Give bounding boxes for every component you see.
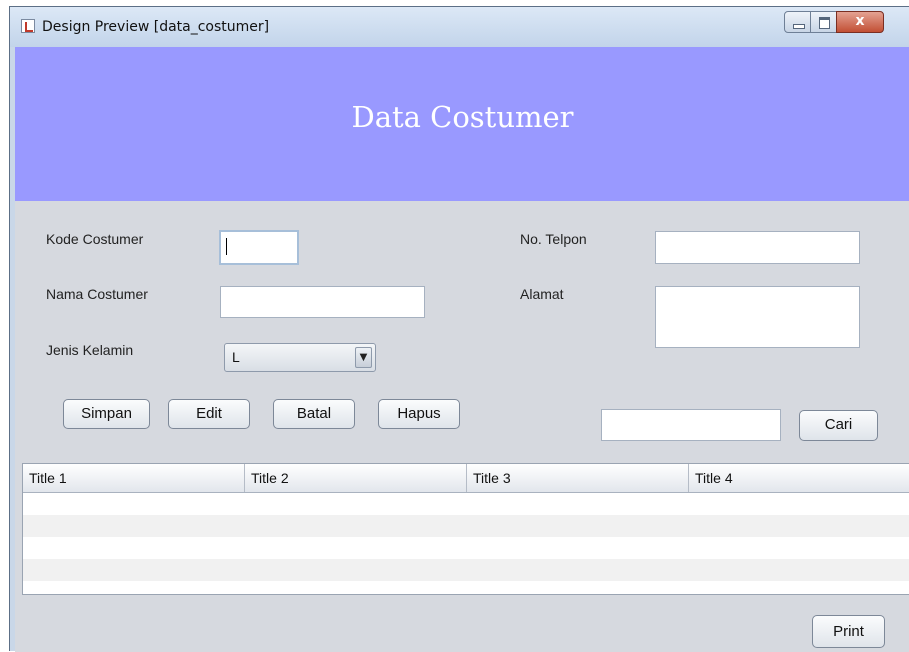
- maximize-button[interactable]: [810, 11, 837, 33]
- batal-button[interactable]: Batal: [273, 399, 355, 429]
- page-title: Data Costumer: [351, 100, 574, 134]
- simpan-button[interactable]: Simpan: [63, 399, 150, 429]
- close-icon: x: [855, 13, 865, 29]
- app-window: Design Preview [data_costumer] x Data Co…: [9, 6, 909, 652]
- header-banner: Data Costumer: [15, 47, 909, 201]
- kode-costumer-label: Kode Costumer: [46, 231, 144, 247]
- window-title: Design Preview [data_costumer]: [42, 19, 270, 35]
- no-telpon-label: No. Telpon: [520, 231, 587, 247]
- alamat-label: Alamat: [520, 286, 564, 302]
- data-table[interactable]: Title 1 Title 2 Title 3 Title 4: [22, 463, 909, 595]
- form-panel: Data Costumer Kode Costumer Nama Costume…: [15, 47, 909, 652]
- java-app-icon: [21, 19, 35, 33]
- minimize-button[interactable]: [784, 11, 811, 33]
- hapus-button[interactable]: Hapus: [378, 399, 460, 429]
- search-input[interactable]: [601, 409, 781, 441]
- print-button[interactable]: Print: [812, 615, 885, 648]
- alamat-textarea[interactable]: [655, 286, 860, 348]
- cari-button[interactable]: Cari: [799, 410, 878, 441]
- table-row[interactable]: [23, 537, 909, 559]
- kode-costumer-input[interactable]: [219, 230, 299, 265]
- edit-button[interactable]: Edit: [168, 399, 250, 429]
- table-row[interactable]: [23, 559, 909, 581]
- title-bar: Design Preview [data_costumer] x: [10, 7, 909, 47]
- chevron-down-icon[interactable]: ▼: [355, 347, 372, 368]
- jenis-kelamin-select[interactable]: L ▼: [224, 343, 376, 372]
- table-row[interactable]: [23, 493, 909, 515]
- jenis-kelamin-label: Jenis Kelamin: [46, 342, 134, 358]
- column-header-4[interactable]: Title 4: [689, 464, 909, 492]
- nama-costumer-input[interactable]: [220, 286, 425, 318]
- nama-costumer-label: Nama Costumer: [46, 286, 148, 302]
- column-header-1[interactable]: Title 1: [23, 464, 245, 492]
- column-header-3[interactable]: Title 3: [467, 464, 689, 492]
- close-button[interactable]: x: [836, 11, 884, 33]
- column-header-2[interactable]: Title 2: [245, 464, 467, 492]
- table-row[interactable]: [23, 515, 909, 537]
- jenis-kelamin-value: L: [232, 349, 240, 365]
- no-telpon-input[interactable]: [655, 231, 860, 264]
- table-header: Title 1 Title 2 Title 3 Title 4: [23, 464, 909, 493]
- text-caret: [226, 238, 227, 255]
